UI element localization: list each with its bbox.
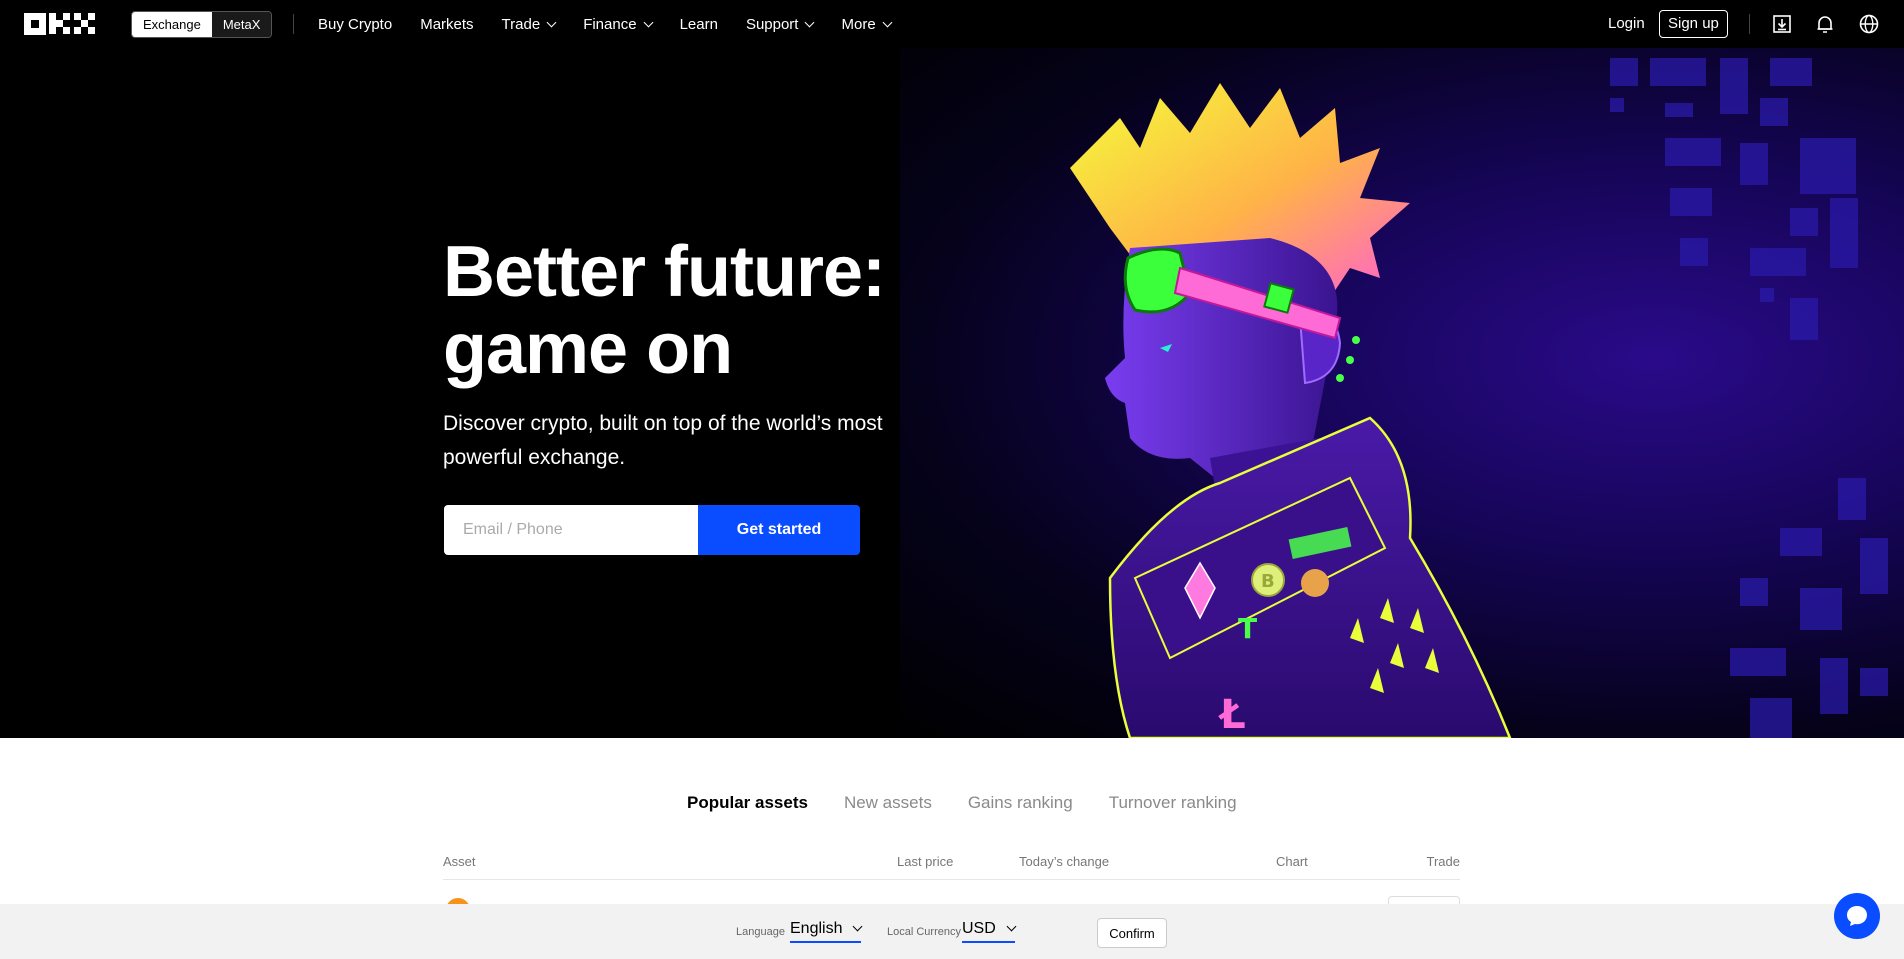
table-divider bbox=[443, 879, 1460, 880]
product-switcher: Exchange MetaX bbox=[131, 11, 273, 38]
nav-divider bbox=[293, 14, 294, 34]
nav-learn[interactable]: Learn bbox=[680, 16, 718, 33]
nav-trade[interactable]: Trade bbox=[501, 15, 557, 33]
nav-label: Buy Crypto bbox=[318, 15, 393, 33]
svg-text:B: B bbox=[1261, 571, 1275, 592]
language-select[interactable]: English bbox=[790, 920, 863, 943]
language-label: Language bbox=[736, 926, 785, 938]
top-nav: Exchange MetaX Buy Crypto Markets Trade … bbox=[0, 0, 1904, 48]
nav-label: More bbox=[841, 15, 876, 33]
tab-turnover-ranking[interactable]: Turnover ranking bbox=[1109, 793, 1237, 813]
switch-metax[interactable]: MetaX bbox=[211, 12, 272, 37]
svg-text:Ł: Ł bbox=[1218, 692, 1246, 738]
hero-headline: Better future: game on bbox=[443, 232, 886, 389]
language-value: English bbox=[790, 920, 843, 937]
chevron-down-icon bbox=[853, 921, 863, 932]
nav-markets[interactable]: Markets bbox=[420, 16, 473, 33]
currency-value: USD bbox=[962, 920, 996, 937]
okx-logo[interactable] bbox=[24, 13, 96, 35]
nav-divider bbox=[1749, 14, 1750, 34]
nav-label: Finance bbox=[583, 15, 637, 33]
market-tabs: Popular assets New assets Gains ranking … bbox=[687, 793, 1237, 813]
hero-character-illustration: B T Ł bbox=[1070, 83, 1512, 738]
column-last-price: Last price bbox=[897, 854, 954, 869]
currency-select[interactable]: USD bbox=[962, 920, 1017, 943]
nav-label: Markets bbox=[420, 15, 474, 33]
column-trade: Trade bbox=[1426, 854, 1460, 869]
support-chat-button[interactable] bbox=[1834, 893, 1880, 939]
currency-label: Local Currency bbox=[887, 926, 961, 938]
nav-label: Support bbox=[745, 15, 799, 33]
email-phone-input[interactable] bbox=[444, 505, 698, 555]
signup-button[interactable]: Sign up bbox=[1659, 10, 1728, 38]
nav-finance[interactable]: Finance bbox=[583, 15, 654, 33]
tab-popular-assets[interactable]: Popular assets bbox=[687, 793, 808, 813]
table-header: Asset Last price Today’s change Chart Tr… bbox=[443, 854, 1460, 874]
nav-label: Trade bbox=[501, 15, 541, 33]
chat-icon bbox=[1847, 906, 1867, 926]
login-link[interactable]: Login bbox=[1608, 15, 1645, 32]
svg-text:T: T bbox=[1238, 612, 1257, 645]
bell-icon[interactable] bbox=[1814, 13, 1836, 35]
tab-new-assets[interactable]: New assets bbox=[844, 793, 932, 813]
column-chart: Chart bbox=[1276, 854, 1308, 869]
chevron-down-icon bbox=[546, 17, 557, 27]
headline-line-1: Better future: bbox=[443, 232, 886, 312]
nav-buy-crypto[interactable]: Buy Crypto bbox=[318, 16, 392, 33]
headline-line-2: game on bbox=[443, 309, 733, 389]
switch-exchange[interactable]: Exchange bbox=[132, 12, 212, 37]
chevron-down-icon bbox=[882, 17, 893, 27]
chevron-down-icon bbox=[805, 17, 815, 27]
hero-subtitle: Discover crypto, built on top of the wor… bbox=[443, 412, 883, 469]
download-icon[interactable] bbox=[1771, 13, 1793, 35]
get-started-button[interactable]: Get started bbox=[698, 505, 860, 555]
chevron-down-icon bbox=[643, 17, 654, 27]
tab-gains-ranking[interactable]: Gains ranking bbox=[968, 793, 1073, 813]
nav-more[interactable]: More bbox=[841, 15, 893, 33]
confirm-button[interactable]: Confirm bbox=[1097, 918, 1167, 948]
locale-bar: Language English Local Currency USD Conf… bbox=[0, 904, 1904, 959]
globe-icon[interactable] bbox=[1858, 13, 1880, 35]
column-asset: Asset bbox=[443, 854, 476, 869]
column-todays-change: Today’s change bbox=[1019, 854, 1110, 869]
chevron-down-icon bbox=[1006, 921, 1017, 932]
nav-support[interactable]: Support bbox=[745, 15, 815, 33]
main-menu: Buy Crypto Markets Trade Finance Learn S… bbox=[318, 0, 893, 48]
nav-label: Learn bbox=[679, 15, 718, 33]
hero-section: B T Ł Better future: game on Discover cr… bbox=[0, 48, 1904, 738]
